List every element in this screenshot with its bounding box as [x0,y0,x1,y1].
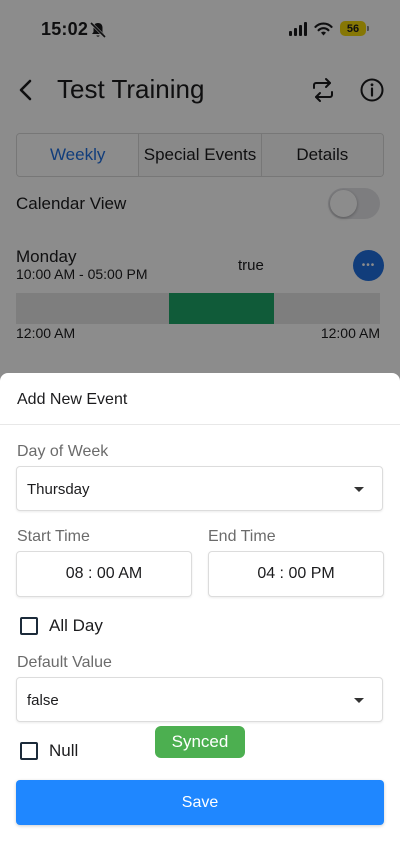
start-time-label: Start Time [17,528,90,545]
end-time-input[interactable]: 04 : 00 PM [208,551,384,597]
null-row[interactable]: Null [20,741,78,761]
save-button[interactable]: Save [16,780,384,825]
sheet-title: Add New Event [17,391,128,408]
day-of-week-value: Thursday [27,481,90,498]
chevron-down-icon [354,698,364,703]
all-day-label: All Day [49,616,103,635]
default-value-value: false [27,692,59,709]
day-of-week-select[interactable]: Thursday [16,466,383,511]
chevron-down-icon [354,487,364,492]
default-value-label: Default Value [17,654,112,671]
sheet-divider [0,424,400,425]
day-of-week-label: Day of Week [17,443,109,460]
null-label: Null [49,741,79,760]
all-day-row[interactable]: All Day [20,616,103,636]
synced-toast: Synced [155,726,245,758]
null-checkbox[interactable] [20,742,38,760]
end-time-label: End Time [208,528,276,545]
default-value-select[interactable]: false [16,677,383,722]
all-day-checkbox[interactable] [20,617,38,635]
start-time-input[interactable]: 08 : 00 AM [16,551,192,597]
add-event-sheet: Add New Event Day of Week Thursday Start… [0,373,400,867]
